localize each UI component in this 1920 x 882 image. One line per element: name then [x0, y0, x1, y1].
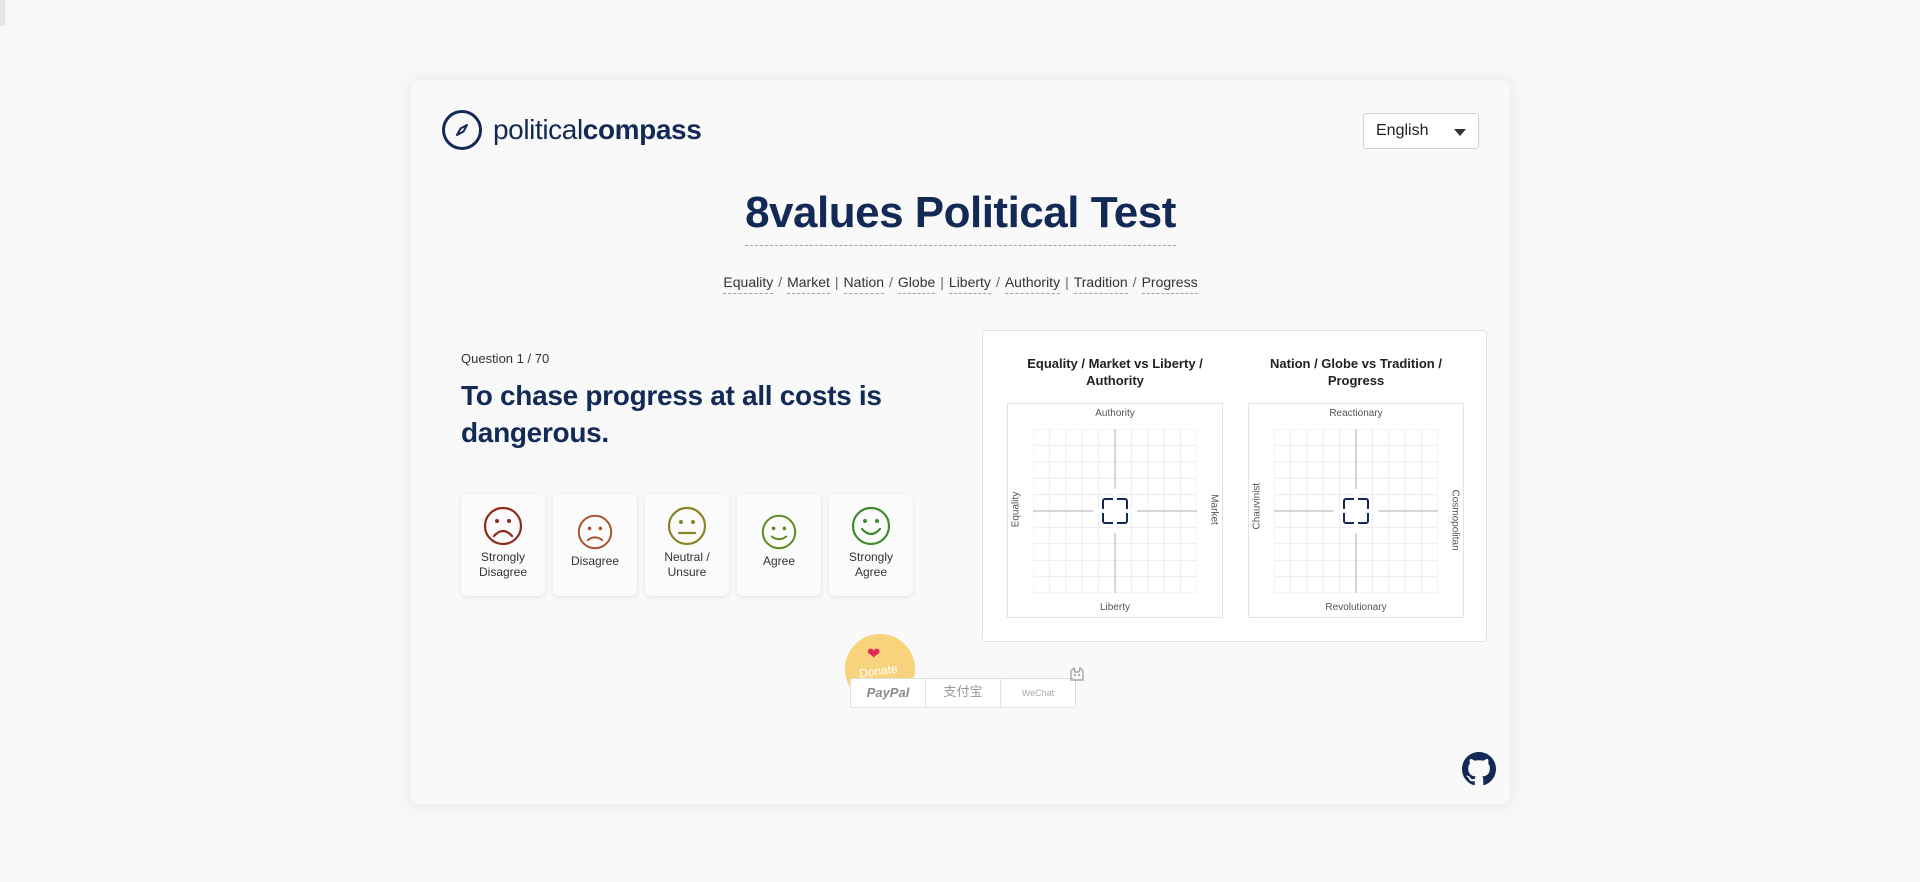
answer-strongly-disagree-button[interactable]: Strongly Disagree [461, 494, 545, 596]
answer-disagree-button[interactable]: Disagree [553, 494, 637, 596]
chart-label-left: Equality [1010, 491, 1022, 528]
chart-label-left: Chauvinist [1251, 482, 1263, 530]
answer-label-line1: Neutral / [664, 550, 710, 564]
axes-line: Equality / Market | Nation / Globe | Liberty / Aut… [411, 274, 1510, 294]
logo-text: politicalcompass [493, 114, 702, 146]
answer-label: Agree [762, 554, 796, 568]
sad-face-icon [577, 514, 613, 550]
compass-icon [442, 110, 482, 150]
axis-word-nation[interactable]: Nation [843, 274, 885, 294]
axis-word-globe[interactable]: Globe [897, 274, 936, 294]
answer-label-line2: Unsure [667, 565, 707, 579]
chart-label-bottom: Liberty [1099, 602, 1130, 613]
language-select-value: English [1376, 122, 1429, 139]
answer-label: Strongly Agree [849, 550, 893, 580]
axis-separator: | [834, 274, 839, 290]
axis-word-equality[interactable]: Equality [723, 274, 774, 294]
axis-word-tradition[interactable]: Tradition [1073, 274, 1128, 294]
question-text: To chase progress at all costs is danger… [461, 380, 882, 448]
axis-word-progress[interactable]: Progress [1141, 274, 1198, 294]
chart-label-top: Authority [1095, 408, 1135, 419]
chart-title: Equality / Market vs Liberty / Authority [1027, 356, 1203, 388]
axis-separator: / [1132, 274, 1137, 290]
answer-label: Strongly Disagree [479, 550, 527, 580]
axis-separator: / [778, 274, 783, 290]
chart-label-bottom: Revolutionary [1325, 602, 1387, 613]
logo-word-political: political [493, 114, 583, 145]
page-title: 8values Political Test [745, 188, 1176, 246]
axis-word-authority[interactable]: Authority [1004, 274, 1061, 294]
axis-word-market[interactable]: Market [787, 274, 830, 294]
compass-panel: Equality / Market vs Liberty / Authority… [982, 330, 1487, 642]
language-select[interactable]: English [1363, 113, 1479, 149]
answer-label-line1: Strongly [848, 550, 894, 564]
question-counter: Question 1 / 70 [461, 351, 550, 366]
happy-face-icon [761, 514, 797, 550]
very-happy-face-icon [851, 506, 891, 546]
answer-label-line2: Disagree [478, 565, 528, 579]
answer-label: Neutral / Unsure [664, 550, 709, 580]
axis-word-liberty[interactable]: Liberty [948, 274, 991, 294]
axis-separator: / [889, 274, 893, 290]
github-icon[interactable] [1462, 752, 1496, 786]
logo-word-compass: compass [582, 114, 702, 145]
chart-economic-authority: Equality / Market vs Liberty / Authority… [1007, 355, 1223, 618]
chart-label-right: Market [1208, 494, 1220, 525]
answer-agree-button[interactable]: Agree [737, 494, 821, 596]
page-title-wrap: 8values Political Test [411, 188, 1510, 246]
answer-options: Strongly Disagree Disagree Neutral / Unsur… [461, 494, 913, 596]
payment-options: PayPal 支付宝 WeChat [850, 678, 1076, 708]
chart-label-top: Reactionary [1329, 408, 1383, 419]
logo[interactable]: politicalcompass [442, 110, 702, 150]
chart-title: Nation / Globe vs Tradition / Progress [1270, 356, 1442, 388]
compass-grid [1033, 429, 1197, 593]
chart-box: Authority Liberty Equality Market [1007, 403, 1223, 618]
answer-label-line2: Agree [854, 565, 888, 579]
axis-separator: / [995, 274, 1000, 290]
compass-grid [1274, 429, 1438, 593]
cat-icon [1069, 666, 1085, 684]
neutral-face-icon [667, 506, 707, 546]
wechat-option[interactable]: WeChat [1001, 678, 1075, 708]
chevron-down-icon [1454, 129, 1466, 136]
answer-strongly-agree-button[interactable]: Strongly Agree [829, 494, 913, 596]
main-card: politicalcompass English 8values Politic… [411, 80, 1510, 804]
alipay-option[interactable]: 支付宝 [926, 678, 1001, 708]
chart-label-right: Cosmopolitan [1449, 489, 1461, 551]
corner-tab [0, 0, 5, 26]
answer-label-line1: Strongly [480, 550, 526, 564]
axis-separator: | [940, 274, 944, 290]
chart-nation-tradition: Nation / Globe vs Tradition / Progress R… [1248, 355, 1464, 618]
axis-separator: | [1065, 274, 1069, 290]
chart-box: Reactionary Revolutionary Chauvinist Cos… [1248, 403, 1464, 618]
very-sad-face-icon [483, 506, 523, 546]
answer-label: Disagree [570, 554, 620, 568]
answer-neutral-button[interactable]: Neutral / Unsure [645, 494, 729, 596]
paypal-option[interactable]: PayPal [851, 678, 926, 708]
heart-icon: ❤ [867, 646, 881, 663]
